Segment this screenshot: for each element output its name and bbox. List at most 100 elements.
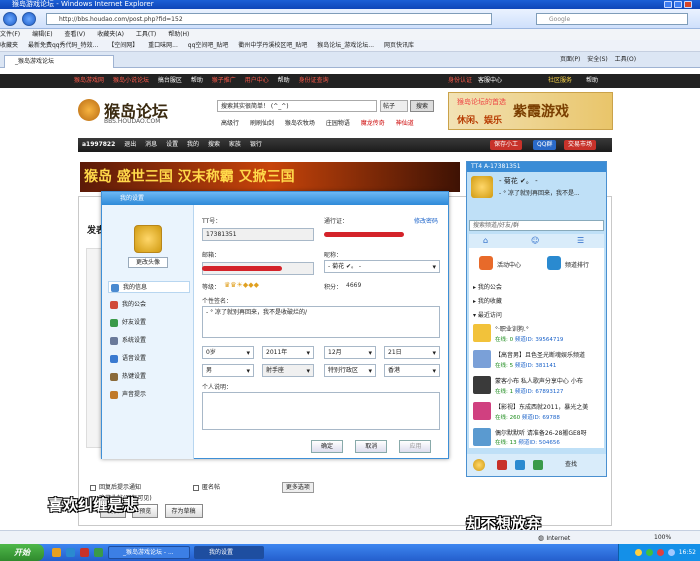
month-select[interactable]: 12月 [324,346,376,359]
quick-launch-icon[interactable] [66,548,75,557]
site-search-button[interactable]: 搜索 [410,100,434,112]
clock[interactable]: 16:52 [679,549,696,556]
quick-link[interactable]: 神仙道 [396,120,414,127]
topnav-link[interactable]: 客服中心 [478,74,502,88]
change-password-link[interactable]: 修改密码 [414,216,438,225]
apply-button[interactable]: 应用 [399,440,432,453]
anonymous-checkbox[interactable] [192,484,199,491]
list-item[interactable]: 偶尔默默听 请准备26-28搬GE8呀 在线: 13 频道ID: 504656 [469,426,604,448]
quick-launch-icon[interactable] [80,548,89,557]
quick-link[interactable]: 刷刷仙剑 [250,120,274,127]
fav-item[interactable]: qq空间吧_贴吧 [188,42,229,49]
safety-menu[interactable]: 安全(S) [587,56,608,63]
save-draft-button[interactable]: 存为草稿 [164,504,203,518]
day-select[interactable]: 21日 [384,346,440,359]
change-avatar-button[interactable]: 更改头像 [128,257,168,268]
tools-icon[interactable] [515,460,525,470]
notify-checkbox[interactable] [90,484,96,491]
topnav-link[interactable]: 身份证查询 [299,77,329,84]
nav-friend-settings[interactable]: 好友设置 [108,317,190,329]
region-select[interactable]: 特别行政区 [324,364,376,377]
gender-select[interactable]: 男 [202,364,254,377]
topnav-link[interactable]: 帮助 [586,74,598,88]
client-search-input[interactable]: 搜索频道/好友/群 [469,220,604,231]
tray-icon[interactable] [645,549,653,556]
topnav-link[interactable]: 用户中心 [245,77,269,84]
year-select[interactable]: 2011年 [262,346,314,359]
home-tab-icon[interactable]: ⌂ [483,236,488,245]
list-item[interactable]: °·职业训狗.° 在线: 0 频道ID: 39564719 [469,322,604,348]
search-scope-select[interactable]: 帖子 [380,100,408,112]
group-my-favorites[interactable]: ▸ 我的收藏 [473,296,502,305]
bank-link[interactable]: 银行 [250,141,262,148]
client-signature[interactable]: - ° 凉了就别再回来，我不是... [499,188,580,197]
list-item[interactable]: 蒙客小布 私人歌声分享中心 小布 在线: 1 频道ID: 67893127 [469,374,604,400]
client-title[interactable]: TT4 A-17381351 [467,162,606,172]
menu-help[interactable]: 帮助(H) [168,31,189,38]
client-avatar[interactable] [471,176,493,198]
menu-edit[interactable]: 编辑(E) [32,31,52,38]
menu-file[interactable]: 文件(F) [0,31,20,38]
dialog-title[interactable]: 我的设置 [102,192,448,205]
find-button[interactable]: 查找 [565,461,577,468]
quick-launch-icon[interactable] [52,548,61,557]
minimize-button[interactable] [664,1,672,8]
maximize-button[interactable] [674,1,682,8]
messages-link[interactable]: 消息 [145,141,157,148]
nav-my-guild[interactable]: 我的公会 [108,299,190,311]
channel-ranking-link[interactable]: 频道排行 [565,260,589,269]
quick-launch-icon[interactable] [94,548,103,557]
groups-tab-icon[interactable]: ☰ [577,236,584,245]
nav-voice-settings[interactable]: 语音设置 [108,353,190,365]
close-button[interactable] [684,1,692,8]
ok-button[interactable]: 确定 [311,440,343,453]
zodiac-select[interactable]: 射手座 [262,364,314,377]
nav-system-settings[interactable]: 系统设置 [108,335,190,347]
cancel-button[interactable]: 取消 [355,440,388,453]
topnav-link[interactable]: 猴子推广 [212,77,236,84]
browser-search-input[interactable]: Google [536,13,688,25]
mascot-icon[interactable] [473,459,485,471]
menu-tools[interactable]: 工具(T) [136,31,156,38]
intro-textarea[interactable] [202,392,440,430]
zoom-level[interactable]: 100% [654,531,671,545]
username[interactable]: a1997822 [82,141,115,148]
fav-item[interactable]: 【空间网】 [108,42,138,49]
activity-center-link[interactable]: 活动中心 [497,260,521,269]
contacts-tab-icon[interactable]: ☺ [531,236,539,245]
tray-icon[interactable] [667,549,675,556]
fav-item[interactable]: 收藏夹 [0,42,18,49]
signature-textarea[interactable]: - ° 凉了就别再回来，我不是收破烂的/ [202,306,440,338]
topnav-link[interactable]: 搞台服区 [158,77,182,84]
topnav-link[interactable]: 身份认证 [448,74,472,88]
group-my-guild[interactable]: ▸ 我的公会 [473,282,502,291]
menu-favorites[interactable]: 收藏夹(A) [97,31,124,38]
mine-link[interactable]: 我的 [187,141,199,148]
address-input[interactable]: http://bbs.houdao.com/post.php?fid=152 [46,13,492,25]
topnav-link[interactable]: 帮助 [278,77,290,84]
list-item[interactable]: 【影视】东成西就2011，暴光之美 在线: 260 频道ID: 69788 [469,400,604,426]
fav-item[interactable]: 猴岛论坛_游戏论坛... [317,42,374,49]
settings-link[interactable]: 设置 [166,141,178,148]
fav-item[interactable]: 网页快讯库 [384,42,414,49]
menu-view[interactable]: 查看(V) [64,31,85,38]
topnav-link[interactable]: 猴岛小说论坛 [113,77,149,84]
ranking-icon[interactable] [547,256,561,270]
tray-icon[interactable] [656,549,664,556]
list-item[interactable]: 【高音男】且色圣光断魂娱乐频道 在线: 5 频道ID: 381141 [469,348,604,374]
game-promo-banner[interactable]: 猴岛 盛世三国 汉末称霸 又掀三国 [80,162,460,192]
ad-banner[interactable]: 猴岛论坛的首选 紫霞游戏 休闲、娱乐 [448,92,613,130]
taskbar-task-browser[interactable]: _猴岛游戏论坛 - ... [108,546,190,559]
nav-sound-alerts[interactable]: 声音提示 [108,389,190,401]
site-logo[interactable]: 猴岛论坛 BBS.HOUDAO.COM [78,95,173,129]
more-options-button[interactable]: 更多选项 [281,482,314,493]
search-link[interactable]: 搜索 [208,141,220,148]
start-button[interactable]: 开始 [0,544,44,561]
nav-hotkey-settings[interactable]: 热键设置 [108,371,190,383]
city-select[interactable]: 香港 [384,364,440,377]
topnav-link[interactable]: 猴岛游戏网 [74,77,104,84]
quick-link[interactable]: 高级行 [221,120,239,127]
page-menu[interactable]: 页面(P) [560,56,580,63]
market-button[interactable]: 交易市场 [564,140,597,150]
group-recent[interactable]: ▾ 最近访问 [473,310,502,319]
